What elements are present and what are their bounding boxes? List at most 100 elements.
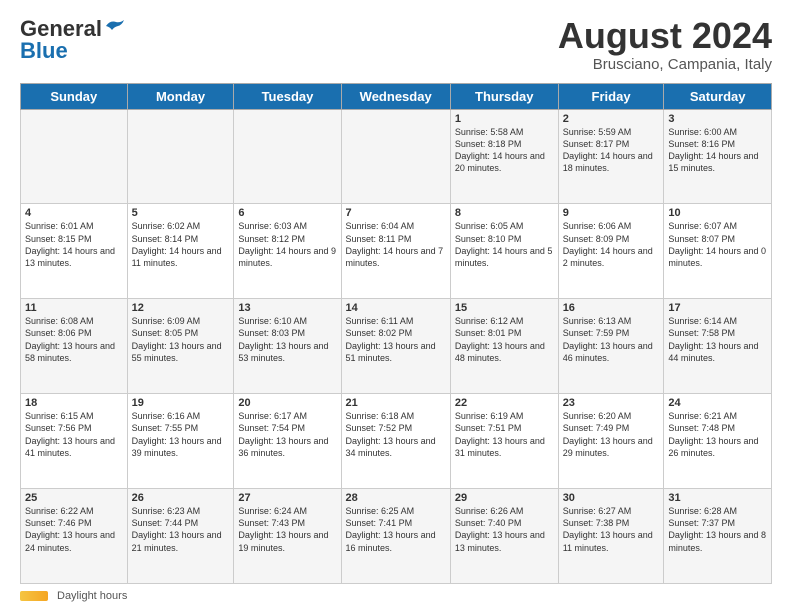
day-number: 16 [563, 302, 660, 314]
cell-sun-info: Sunrise: 6:04 AM Sunset: 8:11 PM Dayligh… [346, 220, 446, 269]
day-number: 27 [238, 492, 336, 504]
footer: Daylight hours [20, 590, 772, 602]
calendar-cell: 20Sunrise: 6:17 AM Sunset: 7:54 PM Dayli… [234, 394, 341, 489]
cell-sun-info: Sunrise: 6:15 AM Sunset: 7:56 PM Dayligh… [25, 410, 123, 459]
day-number: 7 [346, 207, 446, 219]
calendar-cell [234, 109, 341, 204]
cell-sun-info: Sunrise: 6:22 AM Sunset: 7:46 PM Dayligh… [25, 505, 123, 554]
day-number: 31 [668, 492, 767, 504]
header: General Blue August 2024 Brusciano, Camp… [20, 16, 772, 73]
calendar-weekday-saturday: Saturday [664, 83, 772, 109]
cell-sun-info: Sunrise: 6:08 AM Sunset: 8:06 PM Dayligh… [25, 315, 123, 364]
calendar-cell: 3Sunrise: 6:00 AM Sunset: 8:16 PM Daylig… [664, 109, 772, 204]
cell-sun-info: Sunrise: 6:01 AM Sunset: 8:15 PM Dayligh… [25, 220, 123, 269]
calendar-cell: 25Sunrise: 6:22 AM Sunset: 7:46 PM Dayli… [21, 489, 128, 584]
day-number: 19 [132, 397, 230, 409]
calendar: SundayMondayTuesdayWednesdayThursdayFrid… [20, 83, 772, 584]
calendar-week-row: 1Sunrise: 5:58 AM Sunset: 8:18 PM Daylig… [21, 109, 772, 204]
cell-sun-info: Sunrise: 6:19 AM Sunset: 7:51 PM Dayligh… [455, 410, 554, 459]
cell-sun-info: Sunrise: 6:23 AM Sunset: 7:44 PM Dayligh… [132, 505, 230, 554]
cell-sun-info: Sunrise: 5:59 AM Sunset: 8:17 PM Dayligh… [563, 126, 660, 175]
day-number: 28 [346, 492, 446, 504]
calendar-cell [341, 109, 450, 204]
subtitle: Brusciano, Campania, Italy [558, 56, 772, 73]
cell-sun-info: Sunrise: 6:25 AM Sunset: 7:41 PM Dayligh… [346, 505, 446, 554]
calendar-cell: 1Sunrise: 5:58 AM Sunset: 8:18 PM Daylig… [450, 109, 558, 204]
cell-sun-info: Sunrise: 6:14 AM Sunset: 7:58 PM Dayligh… [668, 315, 767, 364]
day-number: 6 [238, 207, 336, 219]
cell-sun-info: Sunrise: 6:17 AM Sunset: 7:54 PM Dayligh… [238, 410, 336, 459]
calendar-cell: 2Sunrise: 5:59 AM Sunset: 8:17 PM Daylig… [558, 109, 664, 204]
calendar-weekday-thursday: Thursday [450, 83, 558, 109]
day-number: 29 [455, 492, 554, 504]
day-number: 26 [132, 492, 230, 504]
calendar-cell: 18Sunrise: 6:15 AM Sunset: 7:56 PM Dayli… [21, 394, 128, 489]
calendar-weekday-sunday: Sunday [21, 83, 128, 109]
cell-sun-info: Sunrise: 6:21 AM Sunset: 7:48 PM Dayligh… [668, 410, 767, 459]
cell-sun-info: Sunrise: 6:06 AM Sunset: 8:09 PM Dayligh… [563, 220, 660, 269]
calendar-weekday-friday: Friday [558, 83, 664, 109]
day-number: 2 [563, 113, 660, 125]
calendar-cell: 24Sunrise: 6:21 AM Sunset: 7:48 PM Dayli… [664, 394, 772, 489]
title-block: August 2024 Brusciano, Campania, Italy [558, 16, 772, 73]
day-number: 23 [563, 397, 660, 409]
cell-sun-info: Sunrise: 6:26 AM Sunset: 7:40 PM Dayligh… [455, 505, 554, 554]
calendar-cell: 6Sunrise: 6:03 AM Sunset: 8:12 PM Daylig… [234, 204, 341, 299]
calendar-week-row: 25Sunrise: 6:22 AM Sunset: 7:46 PM Dayli… [21, 489, 772, 584]
day-number: 17 [668, 302, 767, 314]
calendar-cell: 15Sunrise: 6:12 AM Sunset: 8:01 PM Dayli… [450, 299, 558, 394]
calendar-cell: 27Sunrise: 6:24 AM Sunset: 7:43 PM Dayli… [234, 489, 341, 584]
cell-sun-info: Sunrise: 6:27 AM Sunset: 7:38 PM Dayligh… [563, 505, 660, 554]
cell-sun-info: Sunrise: 6:11 AM Sunset: 8:02 PM Dayligh… [346, 315, 446, 364]
calendar-cell: 30Sunrise: 6:27 AM Sunset: 7:38 PM Dayli… [558, 489, 664, 584]
logo: General Blue [20, 16, 126, 64]
day-number: 15 [455, 302, 554, 314]
day-number: 3 [668, 113, 767, 125]
cell-sun-info: Sunrise: 6:28 AM Sunset: 7:37 PM Dayligh… [668, 505, 767, 554]
calendar-cell: 5Sunrise: 6:02 AM Sunset: 8:14 PM Daylig… [127, 204, 234, 299]
day-number: 5 [132, 207, 230, 219]
day-number: 14 [346, 302, 446, 314]
cell-sun-info: Sunrise: 6:18 AM Sunset: 7:52 PM Dayligh… [346, 410, 446, 459]
calendar-header-row: SundayMondayTuesdayWednesdayThursdayFrid… [21, 83, 772, 109]
calendar-cell: 11Sunrise: 6:08 AM Sunset: 8:06 PM Dayli… [21, 299, 128, 394]
main-title: August 2024 [558, 16, 772, 56]
calendar-cell: 8Sunrise: 6:05 AM Sunset: 8:10 PM Daylig… [450, 204, 558, 299]
day-number: 11 [25, 302, 123, 314]
calendar-cell: 17Sunrise: 6:14 AM Sunset: 7:58 PM Dayli… [664, 299, 772, 394]
cell-sun-info: Sunrise: 6:10 AM Sunset: 8:03 PM Dayligh… [238, 315, 336, 364]
calendar-cell: 12Sunrise: 6:09 AM Sunset: 8:05 PM Dayli… [127, 299, 234, 394]
calendar-cell: 16Sunrise: 6:13 AM Sunset: 7:59 PM Dayli… [558, 299, 664, 394]
day-number: 12 [132, 302, 230, 314]
calendar-week-row: 4Sunrise: 6:01 AM Sunset: 8:15 PM Daylig… [21, 204, 772, 299]
calendar-cell: 9Sunrise: 6:06 AM Sunset: 8:09 PM Daylig… [558, 204, 664, 299]
day-number: 9 [563, 207, 660, 219]
calendar-weekday-monday: Monday [127, 83, 234, 109]
cell-sun-info: Sunrise: 6:09 AM Sunset: 8:05 PM Dayligh… [132, 315, 230, 364]
calendar-cell: 21Sunrise: 6:18 AM Sunset: 7:52 PM Dayli… [341, 394, 450, 489]
cell-sun-info: Sunrise: 6:20 AM Sunset: 7:49 PM Dayligh… [563, 410, 660, 459]
cell-sun-info: Sunrise: 6:07 AM Sunset: 8:07 PM Dayligh… [668, 220, 767, 269]
page: General Blue August 2024 Brusciano, Camp… [0, 0, 792, 612]
day-number: 25 [25, 492, 123, 504]
day-number: 22 [455, 397, 554, 409]
calendar-cell: 4Sunrise: 6:01 AM Sunset: 8:15 PM Daylig… [21, 204, 128, 299]
cell-sun-info: Sunrise: 5:58 AM Sunset: 8:18 PM Dayligh… [455, 126, 554, 175]
cell-sun-info: Sunrise: 6:03 AM Sunset: 8:12 PM Dayligh… [238, 220, 336, 269]
logo-blue: Blue [20, 38, 68, 64]
day-number: 20 [238, 397, 336, 409]
calendar-week-row: 18Sunrise: 6:15 AM Sunset: 7:56 PM Dayli… [21, 394, 772, 489]
calendar-cell: 29Sunrise: 6:26 AM Sunset: 7:40 PM Dayli… [450, 489, 558, 584]
day-number: 18 [25, 397, 123, 409]
calendar-cell: 19Sunrise: 6:16 AM Sunset: 7:55 PM Dayli… [127, 394, 234, 489]
cell-sun-info: Sunrise: 6:02 AM Sunset: 8:14 PM Dayligh… [132, 220, 230, 269]
calendar-cell: 13Sunrise: 6:10 AM Sunset: 8:03 PM Dayli… [234, 299, 341, 394]
day-number: 1 [455, 113, 554, 125]
calendar-cell: 26Sunrise: 6:23 AM Sunset: 7:44 PM Dayli… [127, 489, 234, 584]
calendar-week-row: 11Sunrise: 6:08 AM Sunset: 8:06 PM Dayli… [21, 299, 772, 394]
cell-sun-info: Sunrise: 6:24 AM Sunset: 7:43 PM Dayligh… [238, 505, 336, 554]
cell-sun-info: Sunrise: 6:00 AM Sunset: 8:16 PM Dayligh… [668, 126, 767, 175]
calendar-cell: 14Sunrise: 6:11 AM Sunset: 8:02 PM Dayli… [341, 299, 450, 394]
day-number: 10 [668, 207, 767, 219]
day-number: 30 [563, 492, 660, 504]
